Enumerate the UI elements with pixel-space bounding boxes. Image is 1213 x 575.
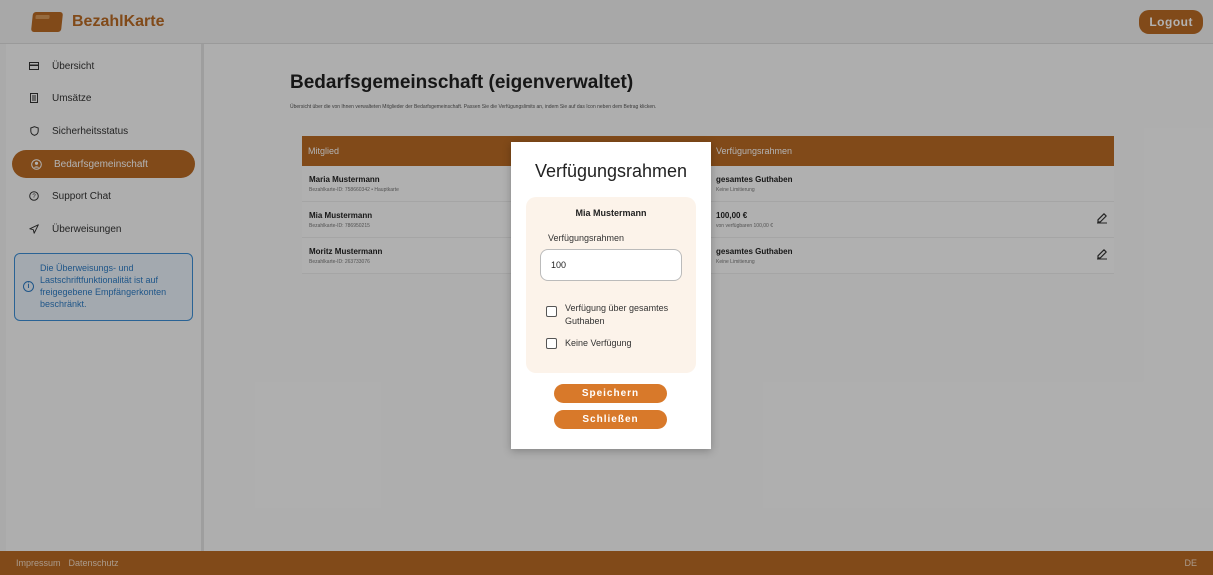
close-button[interactable]: Schließen <box>554 410 667 429</box>
limit-field-label: Verfügungsrahmen <box>548 233 625 243</box>
checkbox-no-access[interactable]: Keine Verfügung <box>546 337 677 350</box>
checkbox-box[interactable] <box>546 306 557 317</box>
dialog-form-card: Mia Mustermann Verfügungsrahmen Verfügun… <box>526 197 696 373</box>
save-button[interactable]: Speichern <box>554 384 667 403</box>
limit-amount-input[interactable] <box>540 249 682 281</box>
checkbox-box[interactable] <box>546 338 557 349</box>
checkbox-full-balance[interactable]: Verfügung über gesamtes Guthaben <box>546 302 677 328</box>
checkbox-label: Keine Verfügung <box>565 338 632 348</box>
limit-dialog: Verfügungsrahmen Mia Mustermann Verfügun… <box>511 142 711 449</box>
checkbox-label: Verfügung über gesamtes Guthaben <box>565 303 669 326</box>
dialog-member-name: Mia Mustermann <box>575 208 647 218</box>
dialog-title: Verfügungsrahmen <box>534 161 688 181</box>
